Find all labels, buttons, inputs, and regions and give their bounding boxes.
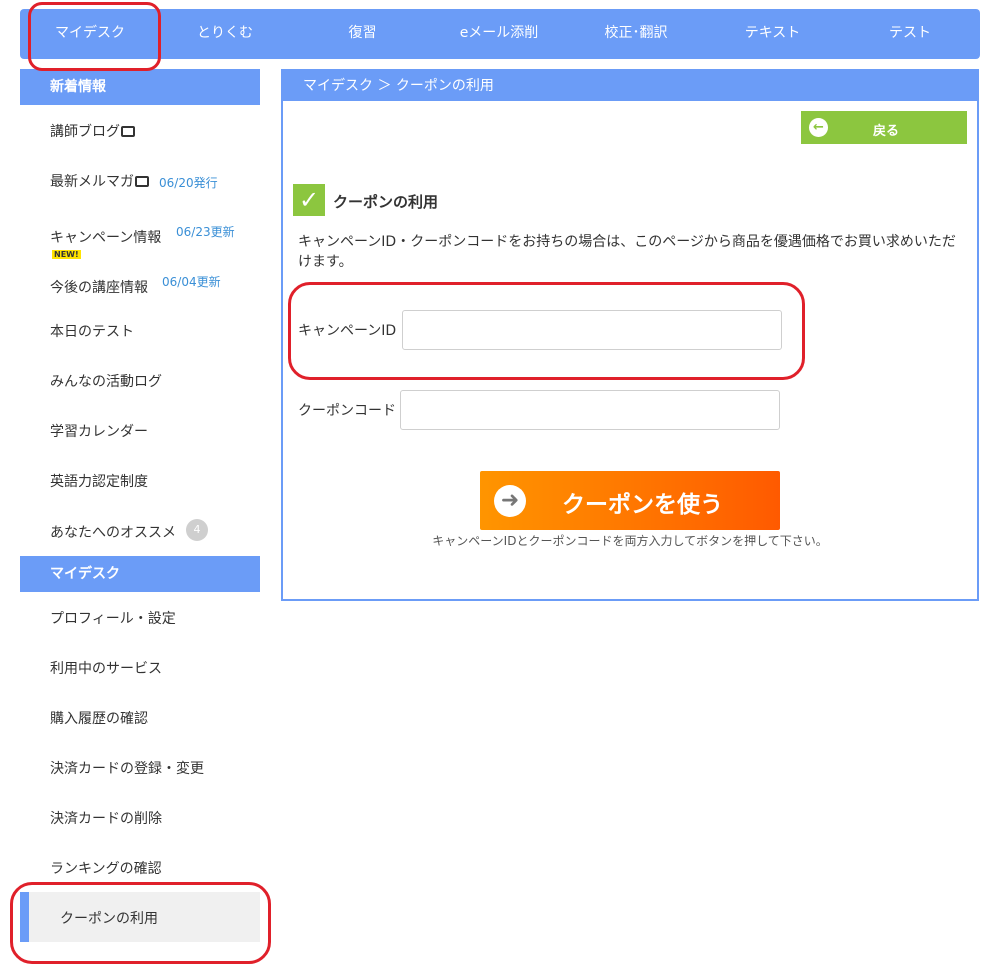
description-text: キャンペーンID・クーポンコードをお持ちの場合は、このページから商品を優遇価格で…	[298, 234, 956, 270]
sidebar-item-label: あなたへのオススメ	[50, 525, 176, 541]
nav-item-mydesk[interactable]: マイデスク	[30, 9, 150, 59]
active-indicator	[20, 892, 29, 942]
section-title: クーポンの利用	[333, 193, 439, 211]
nav-item-torikumu[interactable]: とりくむ	[170, 9, 280, 59]
sidebar-item-teacher-blog[interactable]: 講師ブログ	[20, 105, 260, 155]
sidebar-item-services-in-use[interactable]: 利用中のサービス	[20, 642, 260, 692]
nav-item-text[interactable]: テキスト	[720, 9, 825, 59]
sidebar-item-coupon[interactable]: クーポンの利用	[20, 892, 260, 942]
sidebar-item-ranking[interactable]: ランキングの確認	[20, 842, 260, 892]
sidebar-item-recommendations[interactable]: あなたへのオススメ 4	[20, 506, 260, 556]
back-button-label: 戻る	[872, 124, 899, 139]
back-button[interactable]: ← 戻る	[801, 111, 967, 144]
update-date-note: 06/04更新	[162, 275, 221, 289]
sidebar-item-todays-test[interactable]: 本日のテスト	[20, 305, 260, 355]
sidebar-item-label: 今後の講座情報	[50, 280, 148, 296]
sidebar-item-purchase-history[interactable]: 購入履歴の確認	[20, 692, 260, 742]
sidebar-item-label: 講師ブログ	[50, 124, 120, 140]
arrow-right-icon: ➜	[494, 485, 526, 517]
nav-item-email-correction[interactable]: eメール添削	[440, 9, 558, 59]
sidebar-item-upcoming-courses[interactable]: 今後の講座情報 06/04更新	[20, 255, 260, 305]
sidebar-item-label: キャンペーン情報	[50, 230, 162, 246]
nav-item-test[interactable]: テスト	[860, 9, 960, 59]
sidebar-item-label: みんなの活動ログ	[50, 374, 162, 390]
sidebar-item-card-delete[interactable]: 決済カードの削除	[20, 792, 260, 842]
chat-bubble-icon	[135, 176, 149, 187]
count-badge: 4	[186, 519, 208, 541]
sidebar-item-certification[interactable]: 英語力認定制度	[20, 455, 260, 505]
sidebar-item-label: 本日のテスト	[50, 324, 134, 340]
sidebar-item-campaign[interactable]: キャンペーン情報 06/23更新 NEW!	[20, 205, 260, 259]
top-navigation: マイデスク とりくむ 復習 eメール添削 校正･翻訳 テキスト テスト	[20, 9, 980, 59]
nav-item-proofreading[interactable]: 校正･翻訳	[580, 9, 692, 59]
coupon-code-input[interactable]	[400, 390, 780, 430]
coupon-panel: マイデスク ＞ クーポンの利用 ← 戻る ✓ クーポンの利用 キャンペーンID・…	[281, 69, 979, 601]
sidebar-item-card-register[interactable]: 決済カードの登録・変更	[20, 742, 260, 792]
sidebar-item-label: 学習カレンダー	[50, 424, 148, 440]
sidebar-item-label: 決済カードの削除	[50, 811, 162, 827]
coupon-code-label: クーポンコード	[298, 403, 396, 419]
sidebar-header-news: 新着情報	[20, 69, 260, 105]
sidebar-item-newsletter[interactable]: 最新メルマガ 06/20発行	[20, 155, 260, 205]
sidebar-item-profile-settings[interactable]: プロフィール・設定	[20, 592, 260, 642]
breadcrumb: マイデスク ＞ クーポンの利用	[283, 71, 977, 101]
sidebar-item-label: クーポンの利用	[60, 911, 158, 927]
sidebar-item-label: 英語力認定制度	[50, 474, 148, 490]
update-date-note: 06/23更新	[176, 225, 235, 239]
checkmark-icon: ✓	[293, 184, 325, 216]
sidebar-item-label: 購入履歴の確認	[50, 711, 148, 727]
sidebar-item-label: プロフィール・設定	[50, 611, 176, 627]
campaign-id-label: キャンペーンID	[298, 323, 397, 339]
update-date-note: 06/20発行	[159, 176, 218, 190]
use-coupon-button[interactable]: ➜ クーポンを使う	[480, 471, 780, 530]
sidebar-item-label: ランキングの確認	[50, 861, 162, 877]
sidebar-header-mydesk: マイデスク	[20, 556, 260, 592]
sidebar-item-label: 利用中のサービス	[50, 661, 162, 677]
sidebar-item-activity-log[interactable]: みんなの活動ログ	[20, 355, 260, 405]
use-coupon-button-label: クーポンを使う	[562, 492, 723, 518]
instruction-hint: キャンペーンIDとクーポンコードを両方入力してボタンを押して下さい。	[432, 534, 828, 548]
sidebar-item-label: 決済カードの登録・変更	[50, 761, 204, 777]
campaign-id-input[interactable]	[402, 310, 782, 350]
chat-bubble-icon	[121, 126, 135, 137]
sidebar-item-study-calendar[interactable]: 学習カレンダー	[20, 405, 260, 455]
nav-item-review[interactable]: 復習	[310, 9, 415, 59]
sidebar-item-label: 最新メルマガ	[50, 174, 134, 190]
